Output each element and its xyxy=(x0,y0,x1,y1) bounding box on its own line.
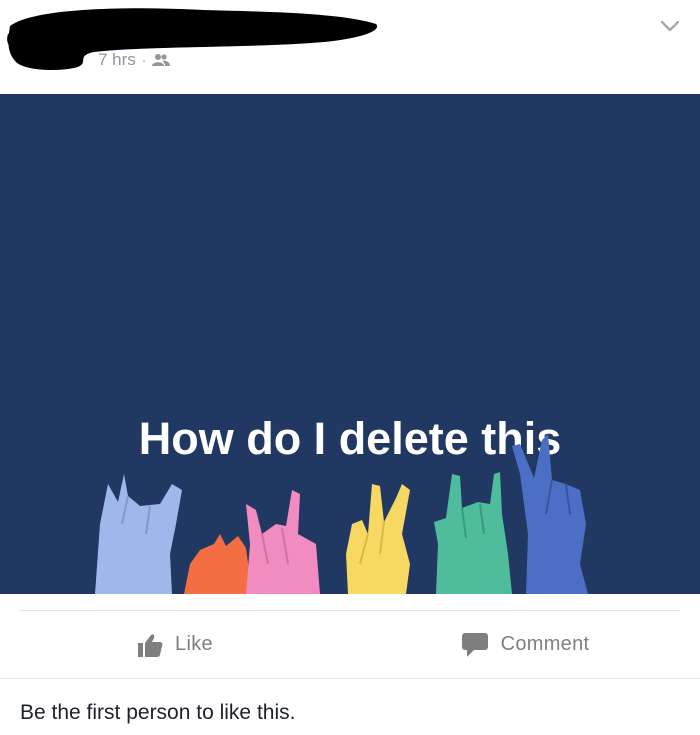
likes-summary[interactable]: Be the first person to like this. xyxy=(20,701,295,725)
speech-bubble-icon xyxy=(461,632,488,657)
post-meta: 7 hrs · xyxy=(98,50,171,70)
post-actions: Like Comment xyxy=(0,611,700,678)
like-button[interactable]: Like xyxy=(0,611,350,678)
status-card[interactable]: How do I delete this xyxy=(0,94,700,594)
comment-button[interactable]: Comment xyxy=(350,611,700,678)
post-header: 7 hrs · xyxy=(0,0,700,94)
likes-summary-bar: Be the first person to like this. xyxy=(0,678,700,735)
post-timestamp[interactable]: 7 hrs xyxy=(98,50,136,70)
like-label: Like xyxy=(175,633,213,655)
comment-label: Comment xyxy=(500,633,590,655)
thumbs-up-icon xyxy=(138,633,163,657)
raised-hands-illustration xyxy=(95,434,588,594)
friends-icon[interactable] xyxy=(152,53,171,67)
chevron-down-icon[interactable] xyxy=(658,14,682,38)
redacted-author xyxy=(7,8,378,70)
meta-separator: · xyxy=(141,52,147,68)
